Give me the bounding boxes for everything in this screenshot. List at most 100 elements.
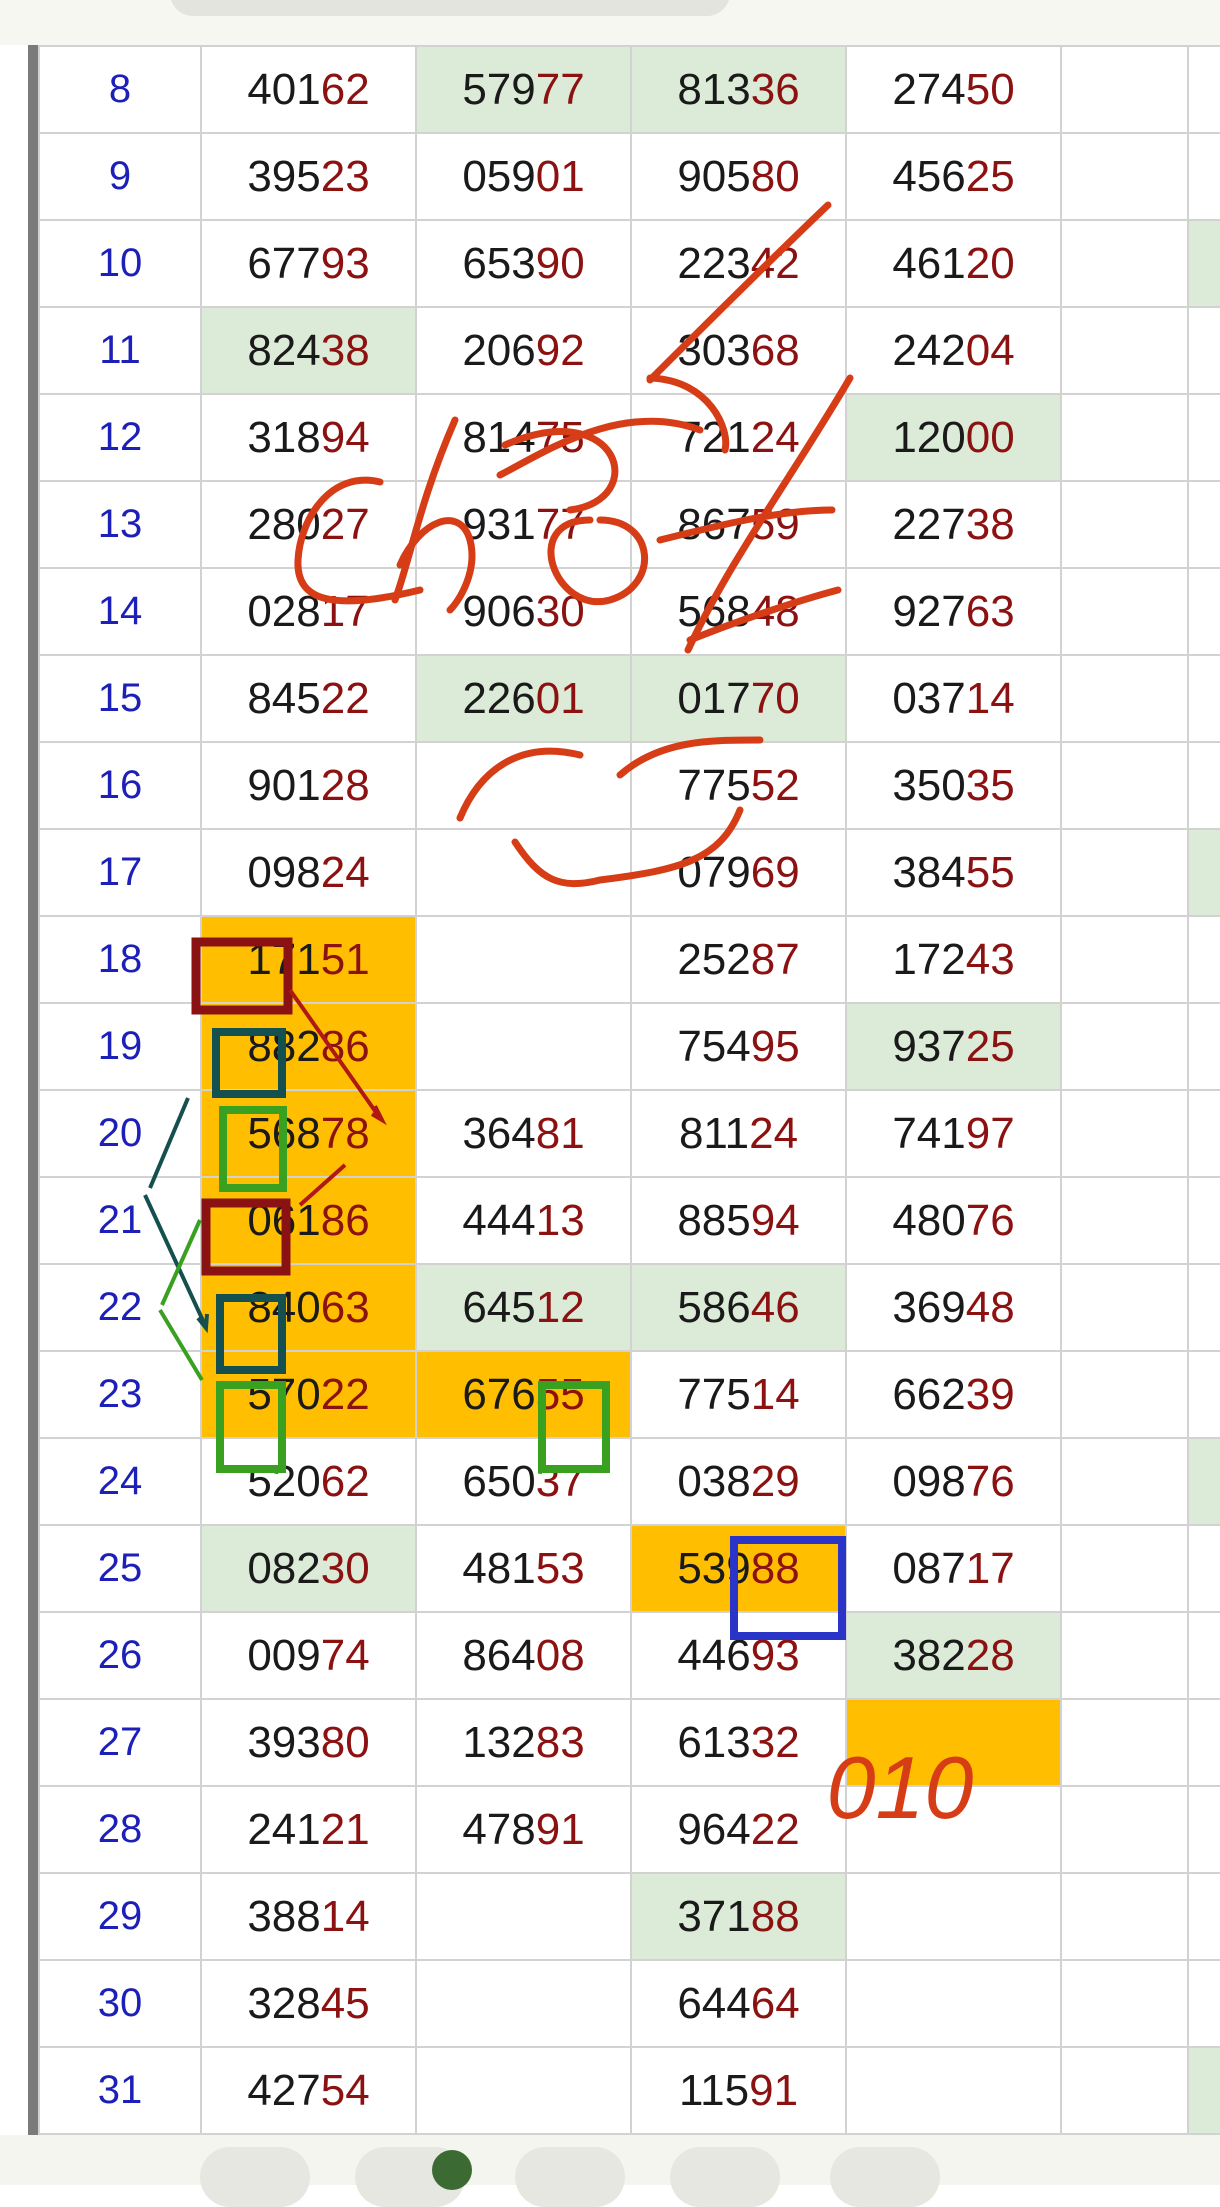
- result-cell: 52062: [200, 1437, 417, 1526]
- result-cell: 47891: [415, 1785, 632, 1874]
- result-cell: 01770: [630, 654, 847, 743]
- result-prefix: 645: [462, 1282, 536, 1332]
- side-cell: [1187, 1089, 1220, 1178]
- result-prefix: 775: [677, 1369, 751, 1419]
- result-last-two: 75: [535, 412, 585, 462]
- result-prefix: 303: [677, 325, 751, 375]
- result-last-two: 01: [535, 673, 585, 723]
- table-row: 17 09824 07969 38455: [38, 828, 1220, 917]
- side-cell: [1187, 480, 1220, 569]
- top-handle: [170, 0, 730, 16]
- result-prefix: 079: [677, 847, 751, 897]
- bottom-button-4[interactable]: [670, 2147, 780, 2207]
- day-cell: 9: [38, 132, 202, 221]
- result-cell: [845, 1785, 1062, 1874]
- blank-cell: [1060, 654, 1189, 743]
- bottom-button-5[interactable]: [830, 2147, 940, 2207]
- close-icon[interactable]: [432, 2150, 472, 2190]
- result-last-two: 24: [320, 847, 370, 897]
- results-table: 8 40162 57977 81336 27450 9 39523 05901 90580 456…: [38, 45, 1220, 2135]
- result-last-two: 93: [320, 238, 370, 288]
- side-cell: [1187, 45, 1220, 134]
- result-prefix: 280: [247, 499, 321, 549]
- result-cell: 35035: [845, 741, 1062, 830]
- result-last-two: 38: [965, 499, 1015, 549]
- result-prefix: 446: [677, 1630, 751, 1680]
- result-last-two: 62: [320, 1456, 370, 1506]
- blank-cell: [1060, 915, 1189, 1004]
- day-cell: 17: [38, 828, 202, 917]
- result-cell: [415, 1959, 632, 2048]
- result-prefix: 028: [247, 586, 321, 636]
- result-last-two: 35: [965, 760, 1015, 810]
- result-prefix: 171: [247, 934, 321, 984]
- side-cell: [1187, 654, 1220, 743]
- table-row: 22 84063 64512 58646 36948: [38, 1263, 1220, 1352]
- day-cell: 25: [38, 1524, 202, 1613]
- result-cell: 84063: [200, 1263, 417, 1352]
- result-cell: 38455: [845, 828, 1062, 917]
- result-cell: 65037: [415, 1437, 632, 1526]
- result-last-two: 88: [750, 1891, 800, 1941]
- table-row: 29 38814 37188: [38, 1872, 1220, 1961]
- result-prefix: 393: [247, 1717, 321, 1767]
- side-cell: [1187, 1437, 1220, 1526]
- result-prefix: 227: [892, 499, 966, 549]
- blank-cell: [1060, 1089, 1189, 1178]
- result-last-two: 43: [965, 934, 1015, 984]
- result-cell: 08230: [200, 1524, 417, 1613]
- result-prefix: 906: [462, 586, 536, 636]
- result-prefix: 579: [462, 64, 536, 114]
- result-prefix: 328: [247, 1978, 321, 2028]
- result-prefix: 388: [247, 1891, 321, 1941]
- result-cell: 86759: [630, 480, 847, 569]
- blank-cell: [1060, 480, 1189, 569]
- blank-cell: [1060, 828, 1189, 917]
- result-last-two: 64: [750, 1978, 800, 2028]
- result-cell: 02817: [200, 567, 417, 656]
- side-cell: [1187, 828, 1220, 917]
- table-row: 23 57022 67655 77514 66239: [38, 1350, 1220, 1439]
- result-cell: [415, 741, 632, 830]
- table-row: 15 84522 22601 01770 03714: [38, 654, 1220, 743]
- result-last-two: 04: [965, 325, 1015, 375]
- result-prefix: 813: [677, 64, 751, 114]
- blank-cell: [1060, 2046, 1189, 2135]
- result-last-two: 01: [535, 151, 585, 201]
- result-cell: 57977: [415, 45, 632, 134]
- result-cell: 81475: [415, 393, 632, 482]
- result-last-two: 91: [535, 1804, 585, 1854]
- result-last-two: 32: [750, 1717, 800, 1767]
- table-row: 26 00974 86408 44693 38228: [38, 1611, 1220, 1700]
- result-prefix: 206: [462, 325, 536, 375]
- result-prefix: 650: [462, 1456, 536, 1506]
- blank-cell: [1060, 132, 1189, 221]
- side-cell: [1187, 1872, 1220, 1961]
- result-prefix: 814: [462, 412, 536, 462]
- result-cell: 45625: [845, 132, 1062, 221]
- result-cell: 09876: [845, 1437, 1062, 1526]
- result-cell: 64464: [630, 1959, 847, 2048]
- result-cell: [415, 1872, 632, 1961]
- result-prefix: 350: [892, 760, 966, 810]
- table-row: 13 28027 93177 86759 22738: [38, 480, 1220, 569]
- table-row: 9 39523 05901 90580 45625: [38, 132, 1220, 221]
- result-prefix: 901: [247, 760, 321, 810]
- bottom-button-1[interactable]: [200, 2147, 310, 2207]
- result-prefix: 318: [247, 412, 321, 462]
- blank-cell: [1060, 1524, 1189, 1613]
- result-cell: 81336: [630, 45, 847, 134]
- blank-cell: [1060, 1611, 1189, 1700]
- result-cell: 36948: [845, 1263, 1062, 1352]
- result-prefix: 885: [677, 1195, 751, 1245]
- result-cell: [415, 915, 632, 1004]
- result-last-two: 39: [965, 1369, 1015, 1419]
- table-row: 19 88286 75495 93725: [38, 1002, 1220, 1091]
- result-prefix: 009: [247, 1630, 321, 1680]
- result-last-two: 22: [320, 1369, 370, 1419]
- result-last-two: 77: [535, 64, 585, 114]
- table-row: 28 24121 47891 96422: [38, 1785, 1220, 1874]
- side-cell: [1187, 1263, 1220, 1352]
- result-last-two: 14: [750, 1369, 800, 1419]
- bottom-button-3[interactable]: [515, 2147, 625, 2207]
